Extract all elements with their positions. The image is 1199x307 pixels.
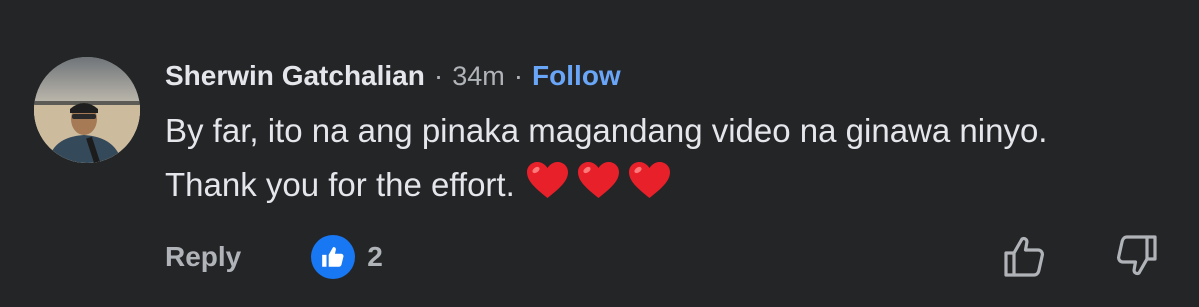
- author-name[interactable]: Sherwin Gatchalian: [165, 60, 425, 92]
- heart-emojis: [525, 160, 672, 200]
- separator-dot: ·: [513, 60, 524, 91]
- comment-text-line-2: Thank you for the effort.: [165, 158, 1047, 212]
- reaction-summary[interactable]: 2: [311, 235, 383, 279]
- thumbs-down-outline-icon[interactable]: [1113, 233, 1159, 279]
- comment-header: Sherwin Gatchalian · 34m · Follow: [165, 58, 621, 94]
- comment-text-line-2-text: Thank you for the effort.: [165, 166, 515, 203]
- heart-emoji-icon: [628, 162, 670, 198]
- thumbs-up-outline-icon[interactable]: [1002, 233, 1048, 279]
- avatar-photo-icon: [34, 57, 140, 163]
- like-badge-icon: [311, 235, 356, 279]
- like-count: 2: [367, 241, 383, 272]
- timestamp[interactable]: 34m: [452, 61, 505, 92]
- comment-text-line-1: By far, ito na ang pinaka magandang vide…: [165, 112, 1048, 149]
- follow-button[interactable]: Follow: [532, 60, 621, 92]
- comment-actions: Reply 2: [165, 232, 383, 282]
- separator-dot: ·: [433, 60, 444, 91]
- reply-button[interactable]: Reply: [165, 241, 241, 273]
- comment-text: By far, ito na ang pinaka magandang vide…: [165, 104, 1047, 212]
- heart-emoji-icon: [526, 162, 568, 198]
- heart-emoji-icon: [577, 162, 619, 198]
- avatar[interactable]: [34, 57, 140, 163]
- comment: Sherwin Gatchalian · 34m · Follow By far…: [0, 0, 1199, 307]
